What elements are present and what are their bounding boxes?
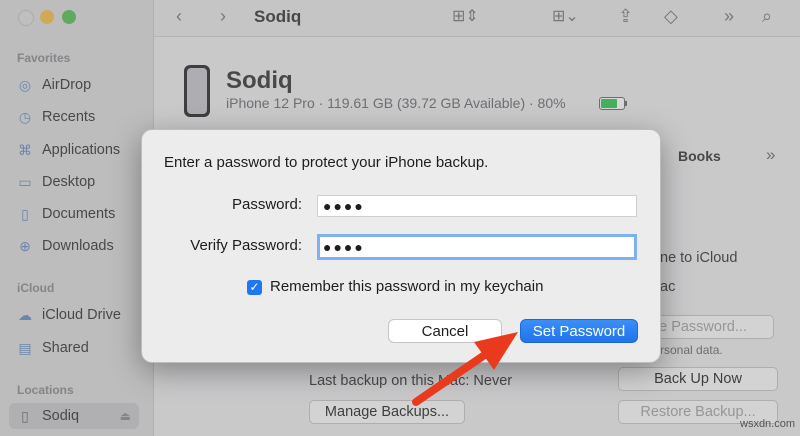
watermark: wsxdn.com xyxy=(740,418,796,430)
annotation-arrow-icon xyxy=(412,332,518,406)
finder-window: Favorites ◎ AirDrop ◷ Recents ⌘ Applicat… xyxy=(0,0,800,436)
